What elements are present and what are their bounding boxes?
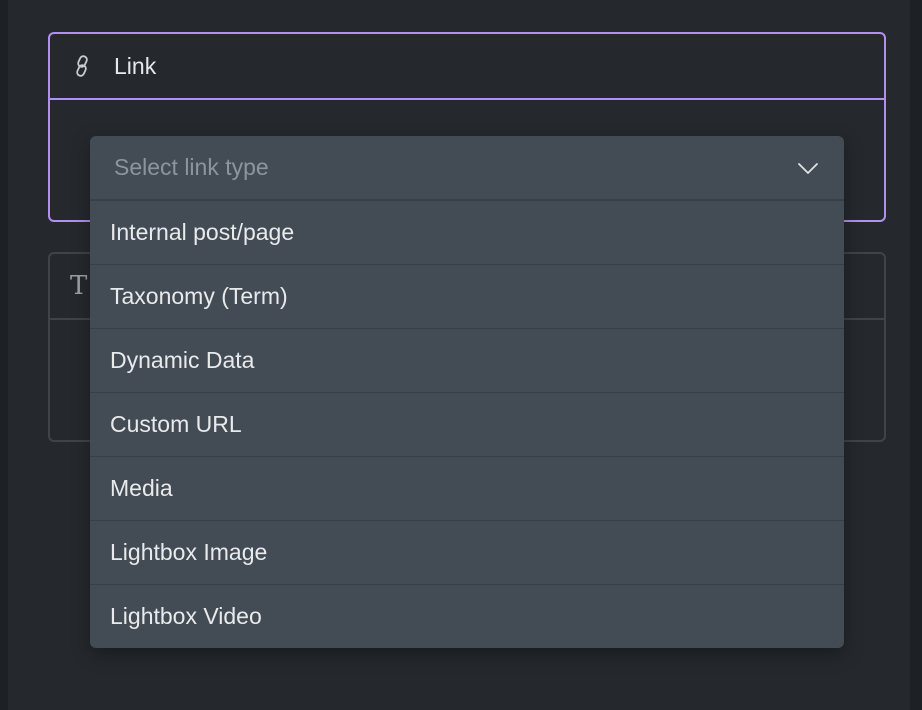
link-icon bbox=[70, 54, 94, 78]
editor-panel: Link T Select link type Internal post/pa… bbox=[8, 0, 910, 710]
link-control-header[interactable]: Link bbox=[50, 34, 884, 100]
link-control-title: Link bbox=[114, 52, 157, 79]
option-lightbox-video[interactable]: Lightbox Video bbox=[90, 584, 844, 648]
link-type-placeholder: Select link type bbox=[114, 154, 269, 180]
option-dynamic-data[interactable]: Dynamic Data bbox=[90, 328, 844, 392]
option-custom-url[interactable]: Custom URL bbox=[90, 392, 844, 456]
link-type-dropdown[interactable]: Select link type Internal post/page Taxo… bbox=[90, 136, 844, 648]
option-taxonomy-term[interactable]: Taxonomy (Term) bbox=[90, 264, 844, 328]
option-lightbox-image[interactable]: Lightbox Image bbox=[90, 520, 844, 584]
chevron-down-icon[interactable] bbox=[796, 156, 820, 180]
option-internal-post-page[interactable]: Internal post/page bbox=[90, 200, 844, 264]
text-icon: T bbox=[70, 271, 88, 301]
link-type-select[interactable]: Select link type bbox=[90, 136, 844, 200]
option-media[interactable]: Media bbox=[90, 456, 844, 520]
